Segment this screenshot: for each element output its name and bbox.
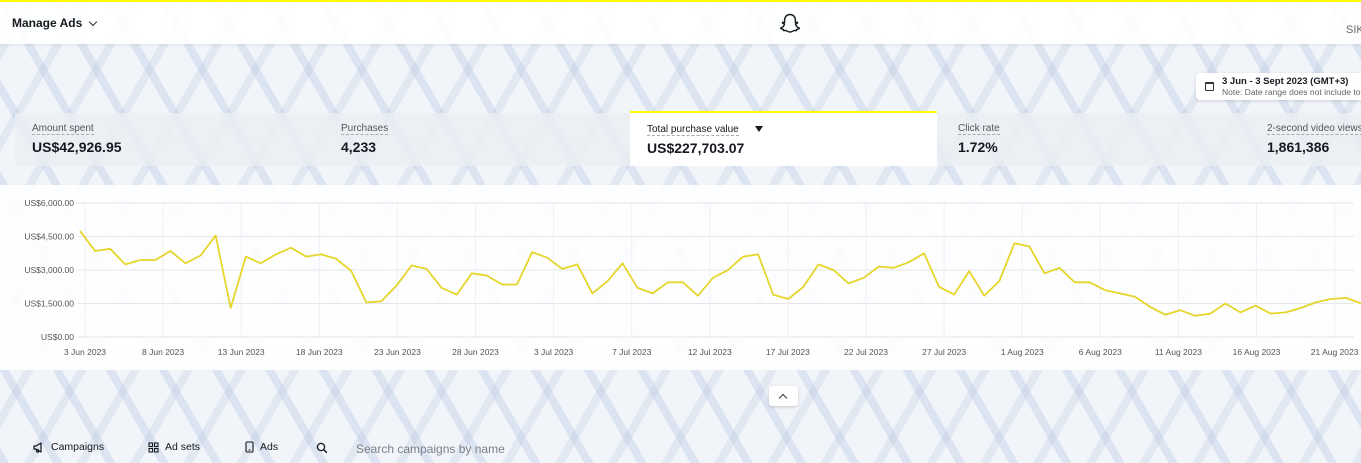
tab-label: Ad sets [165,441,201,453]
x-tick-label: 13 Jun 2023 [218,347,265,357]
date-range-note: Note: Date range does not include today [1222,87,1361,97]
x-tick-label: 27 Jul 2023 [922,347,966,357]
metric-label: Click rate [958,123,1000,135]
megaphone-icon [33,441,42,453]
metric-value: 1,861,386 [1267,139,1330,155]
chevron-up-icon [778,393,788,403]
x-tick-label: 8 Jun 2023 [142,347,184,357]
x-tick-label: 3 Jun 2023 [64,347,106,357]
tab-ads[interactable]: Ads [245,441,278,453]
x-tick-label: 23 Jun 2023 [374,347,421,357]
purchase-value-chart: US$6,000.00 US$4,500.00 US$3,000.00 US$1,50… [0,185,1361,370]
manage-ads-menu[interactable]: Manage Ads [12,16,98,30]
manage-ads-label: Manage Ads [12,16,83,30]
metrics-bar: Amount spent US$42,926.95 Purchases 4,23… [15,111,1361,166]
metric-label: Total purchase value [647,124,739,136]
chevron-down-icon [89,17,98,26]
y-tick-label: US$1,500.00 [24,299,74,309]
x-tick-label: 18 Jun 2023 [296,347,343,357]
x-tick-label: 7 Jul 2023 [612,347,651,357]
x-tick-label: 12 Jul 2023 [688,347,732,357]
collapse-chart-button[interactable] [769,386,798,406]
metric-value: US$42,926.95 [32,139,122,155]
x-tick-label: 16 Aug 2023 [1233,347,1281,357]
y-tick-label: US$3,000.00 [24,265,74,275]
x-tick-label: 17 Jul 2023 [766,347,810,357]
metric-purchases[interactable]: Purchases 4,233 [324,113,631,166]
x-tick-label: 1 Aug 2023 [1001,347,1044,357]
metric-label: Purchases [341,123,389,135]
y-tick-label: US$4,500.00 [24,232,74,242]
x-tick-label: 21 Aug 2023 [1311,347,1359,357]
phone-icon [245,441,254,453]
tab-label: Ads [260,441,279,453]
metric-video-views[interactable]: 2-second video views 1,861,386 [1250,113,1361,166]
tab-ad-sets[interactable]: Ad sets [148,441,200,453]
metric-label: 2-second video views [1267,123,1361,135]
dropdown-caret-icon[interactable] [755,126,763,132]
x-tick-label: 22 Jul 2023 [844,347,888,357]
line-chart: US$6,000.00 US$4,500.00 US$3,000.00 US$1,50… [24,198,1361,357]
calendar-icon [1205,82,1214,91]
x-tick-label: 28 Jun 2023 [452,347,499,357]
grid-icon [148,441,159,453]
x-tick-label: 3 Jul 2023 [534,347,573,357]
x-tick-label: 6 Aug 2023 [1079,347,1122,357]
x-tick-label: 11 Aug 2023 [1155,347,1202,357]
search-icon[interactable] [316,442,328,454]
account-label[interactable]: SIK [1346,24,1361,36]
top-bar: Manage Ads SIK [0,0,1361,44]
date-range-text: 3 Jun - 3 Sept 2023 (GMT+3) [1222,76,1349,87]
metric-label: Amount spent [32,123,94,135]
entity-tabs: Campaigns Ad sets Ads [0,434,1361,463]
tab-campaigns[interactable]: Campaigns [33,441,104,453]
metric-value: 1.72% [958,139,998,155]
metric-total-purchase-value[interactable]: Total purchase value US$227,703.07 [630,111,937,166]
metric-value: US$227,703.07 [647,140,745,156]
metric-amount-spent[interactable]: Amount spent US$42,926.95 [15,113,322,166]
metric-value: 4,233 [341,139,377,155]
snapchat-ghost-icon[interactable] [778,12,802,36]
y-tick-label: US$0.00 [41,332,74,342]
search-campaigns-input[interactable] [356,439,656,459]
tab-label: Campaigns [51,441,105,453]
metric-click-rate[interactable]: Click rate 1.72% [941,113,1248,166]
date-range-picker[interactable]: 3 Jun - 3 Sept 2023 (GMT+3) Note: Date r… [1196,73,1361,100]
y-tick-label: US$6,000.00 [24,198,74,208]
